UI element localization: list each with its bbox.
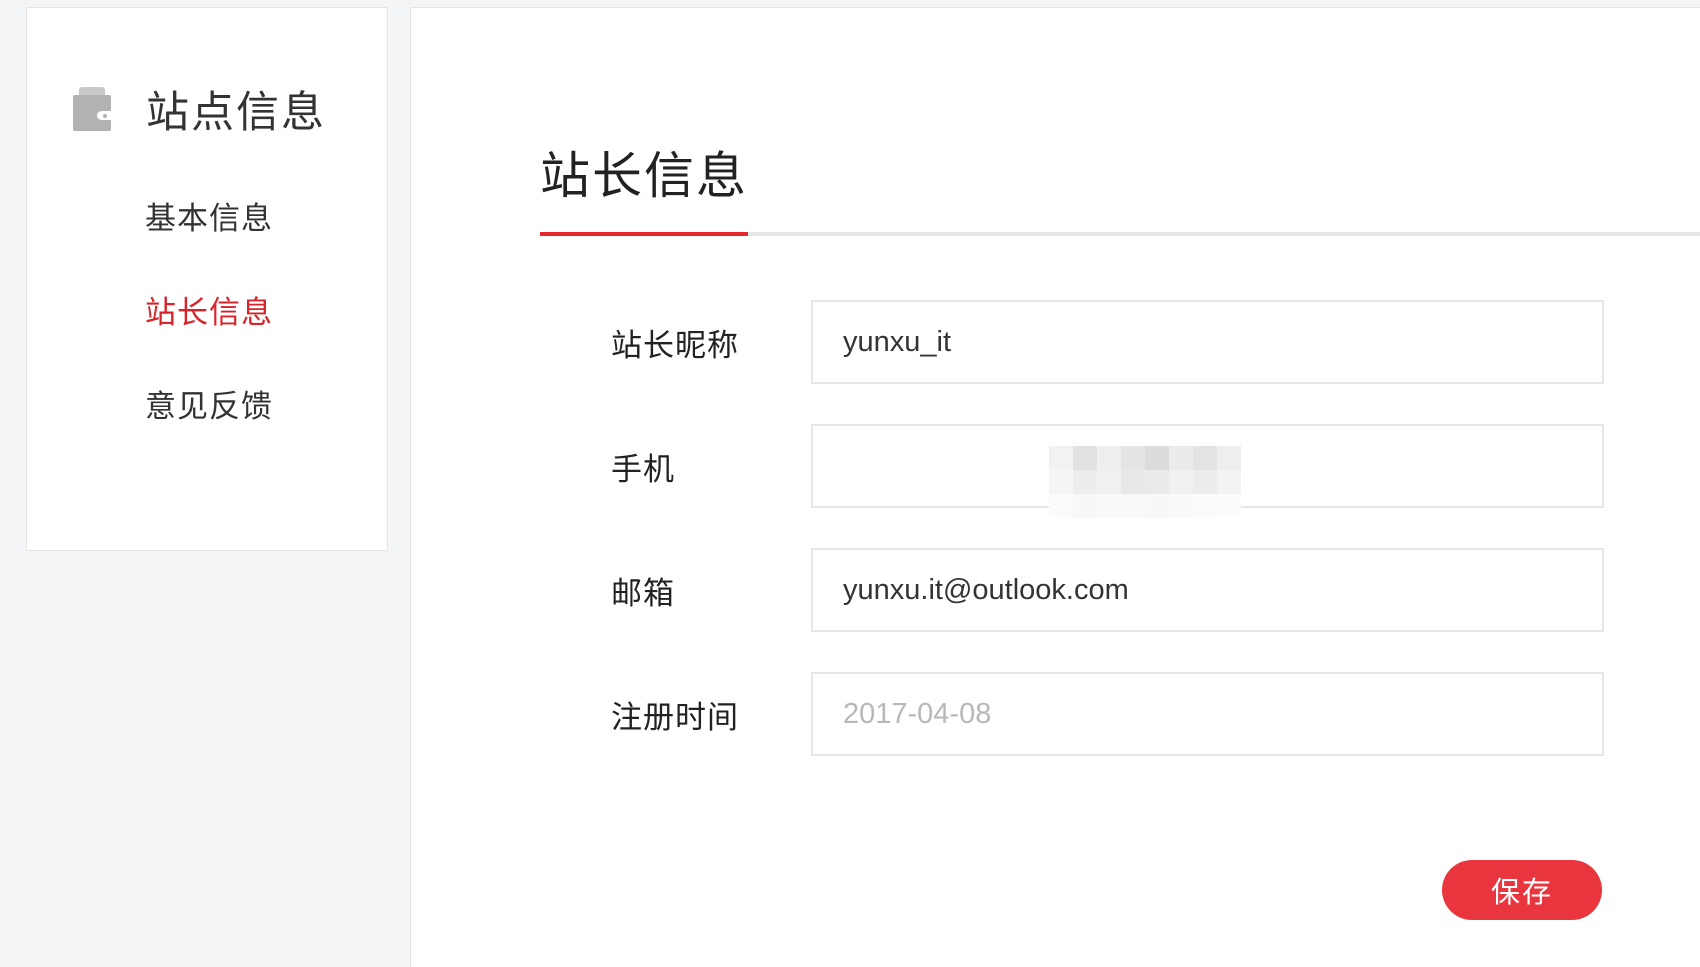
email-label: 邮箱	[611, 575, 675, 612]
sidebar-nav: 基本信息 站长信息 意见反馈	[145, 194, 273, 476]
email-input[interactable]	[811, 548, 1604, 632]
sidebar-title: 站点信息	[146, 88, 326, 138]
register-time-input	[811, 672, 1604, 756]
main-panel: 站长信息 站长昵称 手机 邮箱 注册时间 保存	[410, 7, 1700, 967]
nickname-label: 站长昵称	[611, 327, 739, 364]
phone-redaction-mosaic	[1049, 446, 1241, 518]
register-time-row: 注册时间	[611, 672, 1604, 756]
sidebar-item-feedback[interactable]: 意见反馈	[145, 382, 273, 476]
nickname-row: 站长昵称	[611, 300, 1604, 384]
tab-bar: 站长信息	[540, 136, 1700, 236]
register-time-label: 注册时间	[611, 699, 739, 736]
nickname-input[interactable]	[811, 300, 1604, 384]
sidebar-header: 站点信息	[73, 78, 326, 140]
tab-webmaster-info[interactable]: 站长信息	[540, 136, 748, 236]
sidebar-item-basic-info[interactable]: 基本信息	[145, 194, 273, 288]
phone-row: 手机	[611, 424, 1604, 518]
wallet-icon	[73, 87, 111, 131]
save-button[interactable]: 保存	[1442, 860, 1602, 920]
email-row: 邮箱	[611, 548, 1604, 632]
phone-label: 手机	[611, 451, 675, 488]
sidebar-item-webmaster-info[interactable]: 站长信息	[145, 288, 273, 382]
sidebar: 站点信息 基本信息 站长信息 意见反馈	[26, 7, 388, 551]
